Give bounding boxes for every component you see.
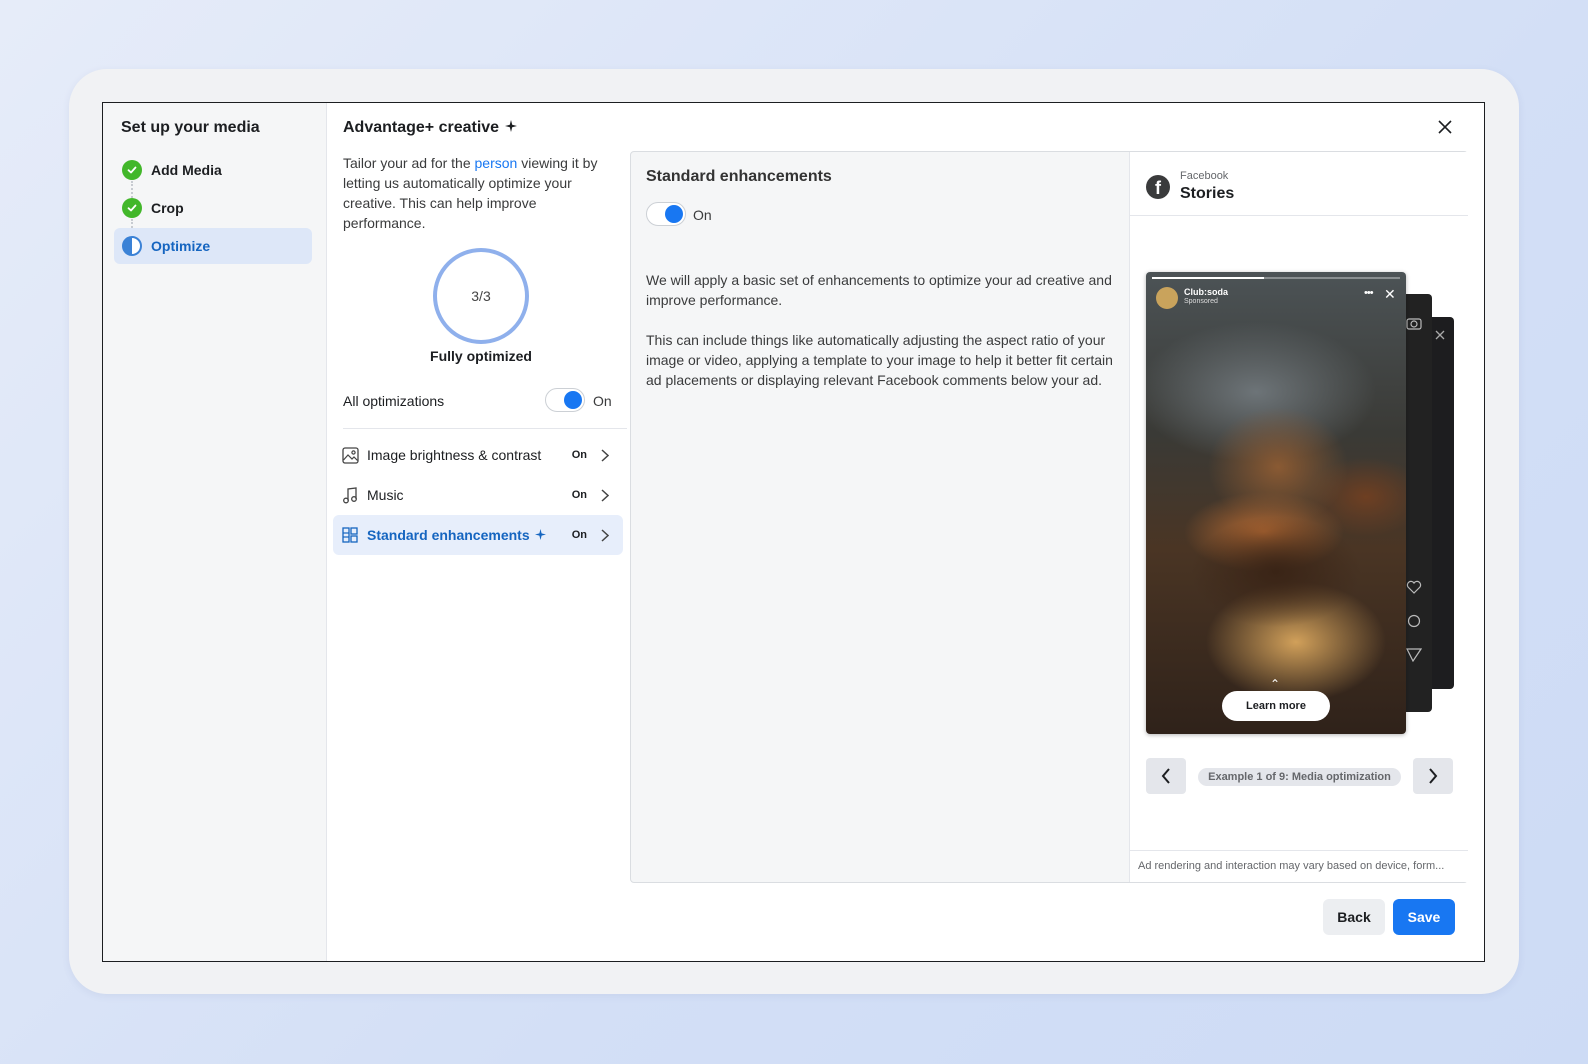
preview-disclaimer: Ad rendering and interaction may vary ba… [1130, 850, 1468, 882]
option-label: Standard enhancements [367, 527, 530, 543]
option-label: Image brightness & contrast [367, 447, 542, 463]
advantage-title-text: Advantage+ creative [343, 119, 500, 136]
preview-placement: Stories [1180, 185, 1235, 202]
standard-enhancements-toggle[interactable] [646, 202, 686, 226]
score-value: 3/3 [471, 288, 491, 304]
standard-enhancements-panel: Standard enhancements On We will apply a… [630, 151, 1468, 883]
send-icon [1406, 648, 1422, 662]
option-music[interactable]: Music On [333, 475, 623, 515]
heart-icon [1406, 580, 1422, 594]
divider [343, 428, 627, 429]
all-optimizations-toggle[interactable] [545, 388, 585, 412]
save-button[interactable]: Save [1393, 899, 1455, 935]
more-dots-icon: ••• [1364, 287, 1374, 299]
option-state-badge: On [571, 489, 587, 501]
option-label: Music [367, 487, 404, 503]
chevron-right-icon [1429, 768, 1438, 784]
image-icon [341, 446, 359, 464]
back-button[interactable]: Back [1323, 899, 1385, 935]
all-optimizations-label: All optimizations [343, 393, 445, 409]
sparkle-icon [534, 527, 546, 543]
detail-paragraph: This can include things like automatical… [646, 332, 1113, 388]
check-circle-icon [122, 198, 142, 218]
toggle-knob [665, 205, 683, 223]
optimization-score-ring: 3/3 [433, 248, 529, 344]
option-label-wrap: Standard enhancements [367, 527, 572, 543]
option-state-badge: On [571, 529, 587, 541]
steps-sidebar: Set up your media Add Media Crop Optimiz… [103, 103, 327, 961]
preview-platform: Facebook [1180, 170, 1229, 182]
example-indicator: Example 1 of 9: Media optimization [1198, 768, 1401, 786]
story-progress-fill [1152, 277, 1264, 279]
facebook-logo-icon: f [1146, 175, 1170, 199]
step-crop[interactable]: Crop [114, 190, 312, 226]
half-circle-progress-icon [122, 236, 142, 256]
option-state-badge: On [571, 449, 587, 461]
close-dialog-button[interactable] [1435, 117, 1455, 137]
preview-header: f Facebook Stories [1130, 152, 1468, 216]
step-label: Crop [151, 200, 184, 216]
story-ad-preview: Club:soda Sponsored ••• ✕ ⌃ Learn more [1146, 272, 1406, 734]
step-optimize[interactable]: Optimize [114, 228, 312, 264]
grid-icon [341, 526, 359, 544]
toggle-knob [564, 391, 582, 409]
learn-more-button[interactable]: Learn more [1222, 691, 1330, 721]
option-image-brightness-contrast[interactable]: Image brightness & contrast On [333, 435, 623, 475]
sparkle-icon [505, 119, 518, 137]
chevron-right-icon [601, 448, 613, 462]
previous-example-button[interactable] [1146, 758, 1186, 794]
chevron-left-icon [1161, 768, 1170, 784]
step-label: Add Media [151, 162, 222, 178]
close-icon [1438, 120, 1452, 134]
chevron-up-icon: ⌃ [1270, 677, 1281, 691]
detail-paragraph: We will apply a basic set of enhancement… [646, 272, 1112, 308]
story-account-name: Club:soda [1184, 287, 1228, 297]
story-progress-bar [1152, 277, 1400, 279]
chevron-right-icon [601, 528, 613, 542]
music-note-icon [341, 486, 359, 504]
standard-enhancements-state: On [693, 207, 712, 223]
close-icon: ✕ [1384, 286, 1396, 302]
detail-title: Standard enhancements [646, 168, 832, 185]
all-optimizations-state: On [593, 393, 612, 409]
option-standard-enhancements[interactable]: Standard enhancements On [333, 515, 623, 555]
avatar [1156, 287, 1178, 309]
step-label: Optimize [151, 238, 211, 254]
ad-preview-panel: f Facebook Stories Club:soda Sponsored •… [1129, 152, 1468, 882]
sidebar-title: Set up your media [121, 119, 260, 136]
comment-icon [1407, 614, 1421, 628]
person-link[interactable]: person [475, 155, 518, 171]
score-caption: Fully optimized [430, 348, 532, 364]
panel-description: Tailor your ad for the person viewing it… [343, 153, 613, 233]
camera-icon [1406, 318, 1422, 330]
description-text: Tailor your ad for the [343, 155, 475, 171]
step-add-media[interactable]: Add Media [114, 152, 312, 188]
check-circle-icon [122, 160, 142, 180]
panel-title: Advantage+ creative [343, 119, 518, 137]
story-sponsored-label: Sponsored [1184, 298, 1218, 305]
close-icon [1435, 330, 1445, 340]
chevron-right-icon [601, 488, 613, 502]
media-setup-dialog: Set up your media Add Media Crop Optimiz… [102, 102, 1485, 962]
next-example-button[interactable] [1413, 758, 1453, 794]
